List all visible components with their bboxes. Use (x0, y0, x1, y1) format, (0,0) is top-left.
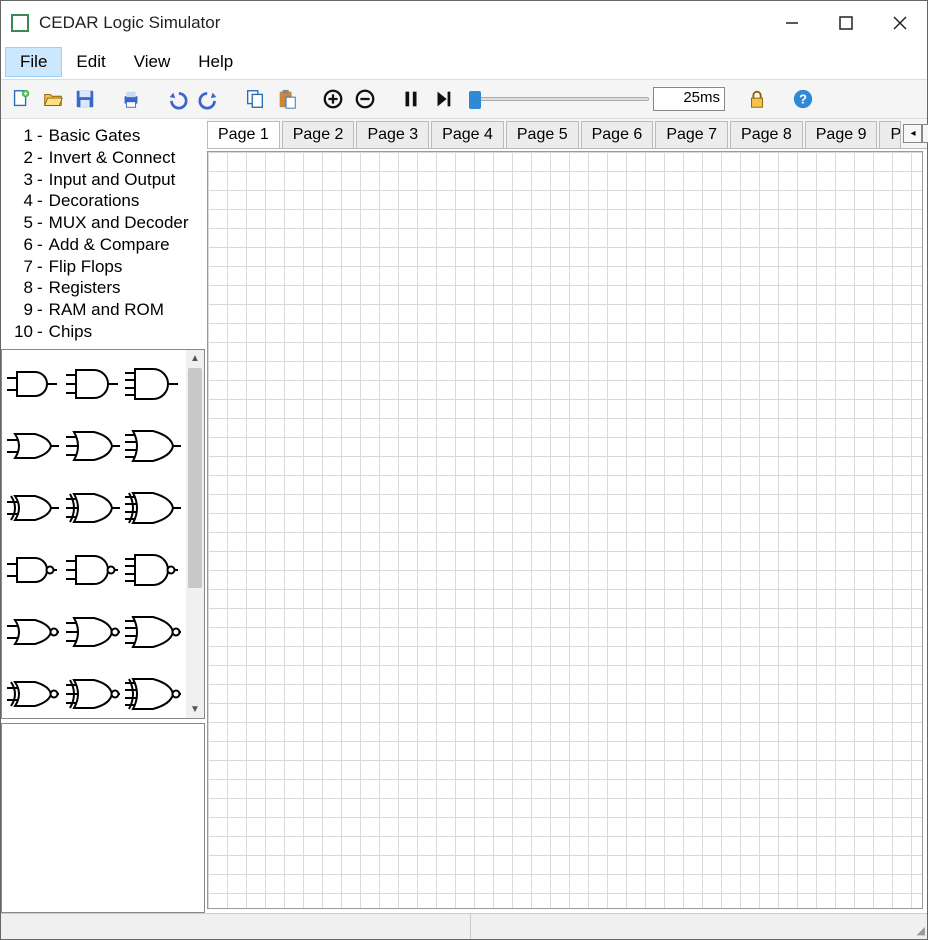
tab-page-1[interactable]: Page 1 (207, 121, 280, 148)
menu-file[interactable]: File (5, 47, 62, 77)
category-item[interactable]: 6-Add & Compare (7, 234, 203, 256)
close-button[interactable] (873, 1, 927, 45)
paste-button[interactable] (273, 85, 301, 113)
toolbar: 25ms ? (1, 79, 927, 119)
save-button[interactable] (71, 85, 99, 113)
print-button[interactable] (117, 85, 145, 113)
palette-scrollbar[interactable]: ▲ ▼ (186, 350, 204, 719)
page-tab-strip: Page 1 Page 2 Page 3 Page 4 Page 5 Page … (207, 119, 927, 149)
app-icon (11, 14, 29, 32)
gate-and-4-icon[interactable] (125, 364, 181, 409)
tab-page-8[interactable]: Page 8 (730, 121, 803, 148)
svg-text:?: ? (799, 92, 807, 107)
category-item[interactable]: 5-MUX and Decoder (7, 212, 203, 234)
minimize-button[interactable] (765, 1, 819, 45)
category-item[interactable]: 4-Decorations (7, 190, 203, 212)
gate-preview-panel (1, 723, 205, 913)
tab-page-2[interactable]: Page 2 (282, 121, 355, 148)
gate-nor-4-icon[interactable] (125, 612, 181, 657)
category-item[interactable]: 3-Input and Output (7, 169, 203, 191)
gate-and-3-icon[interactable] (66, 364, 122, 409)
gate-xor-2-icon[interactable] (7, 488, 63, 533)
lock-button[interactable] (743, 85, 771, 113)
gate-or-4-icon[interactable] (125, 426, 181, 471)
speed-slider[interactable] (469, 89, 649, 109)
circuit-canvas[interactable] (207, 151, 923, 909)
menu-edit[interactable]: Edit (62, 48, 119, 76)
gate-palette: ▲ ▼ (1, 349, 205, 720)
gate-xor-3-icon[interactable] (66, 488, 122, 533)
gate-nand-4-icon[interactable] (125, 550, 181, 595)
title-bar: CEDAR Logic Simulator (1, 1, 927, 45)
category-item[interactable]: 2-Invert & Connect (7, 147, 203, 169)
tab-scroll-left-button[interactable]: ◂ (903, 124, 922, 143)
pause-button[interactable] (397, 85, 425, 113)
open-file-button[interactable] (39, 85, 67, 113)
tab-page-6[interactable]: Page 6 (581, 121, 654, 148)
tab-scroll-right-button[interactable]: ▸ (922, 124, 928, 143)
gate-xnor-2-icon[interactable] (7, 674, 63, 719)
scroll-down-icon[interactable]: ▼ (186, 700, 204, 718)
gate-nor-2-icon[interactable] (7, 612, 63, 657)
tab-page-3[interactable]: Page 3 (356, 121, 429, 148)
maximize-button[interactable] (819, 1, 873, 45)
gate-nand-2-icon[interactable] (7, 550, 63, 595)
gate-nor-3-icon[interactable] (66, 612, 122, 657)
zoom-out-button[interactable] (351, 85, 379, 113)
scroll-thumb[interactable] (188, 368, 202, 588)
redo-button[interactable] (195, 85, 223, 113)
tab-page-4[interactable]: Page 4 (431, 121, 504, 148)
gate-or-3-icon[interactable] (66, 426, 122, 471)
gate-and-2-icon[interactable] (7, 364, 63, 409)
tab-page-10[interactable]: Page 10 (879, 121, 901, 148)
zoom-in-button[interactable] (319, 85, 347, 113)
menu-bar: File Edit View Help (1, 45, 927, 79)
category-list: 1-Basic Gates 2-Invert & Connect 3-Input… (1, 119, 207, 347)
category-item[interactable]: 1-Basic Gates (7, 125, 203, 147)
resize-grip-icon[interactable]: ◢ (907, 914, 927, 939)
undo-button[interactable] (163, 85, 191, 113)
menu-help[interactable]: Help (184, 48, 247, 76)
category-item[interactable]: 7-Flip Flops (7, 256, 203, 278)
step-button[interactable] (429, 85, 457, 113)
copy-button[interactable] (241, 85, 269, 113)
status-bar: ◢ (1, 913, 927, 939)
category-item[interactable]: 9-RAM and ROM (7, 299, 203, 321)
gate-xor-4-icon[interactable] (125, 488, 181, 533)
category-item[interactable]: 8-Registers (7, 277, 203, 299)
window-title: CEDAR Logic Simulator (39, 13, 765, 33)
gate-xnor-3-icon[interactable] (66, 674, 122, 719)
tab-page-7[interactable]: Page 7 (655, 121, 728, 148)
menu-view[interactable]: View (120, 48, 185, 76)
help-button[interactable]: ? (789, 85, 817, 113)
gate-or-2-icon[interactable] (7, 426, 63, 471)
gate-xnor-4-icon[interactable] (125, 674, 181, 719)
time-step-field[interactable]: 25ms (653, 87, 725, 111)
category-item[interactable]: 10-Chips (7, 321, 203, 343)
new-file-button[interactable] (7, 85, 35, 113)
scroll-up-icon[interactable]: ▲ (186, 350, 204, 368)
tab-page-9[interactable]: Page 9 (805, 121, 878, 148)
tab-page-5[interactable]: Page 5 (506, 121, 579, 148)
gate-nand-3-icon[interactable] (66, 550, 122, 595)
